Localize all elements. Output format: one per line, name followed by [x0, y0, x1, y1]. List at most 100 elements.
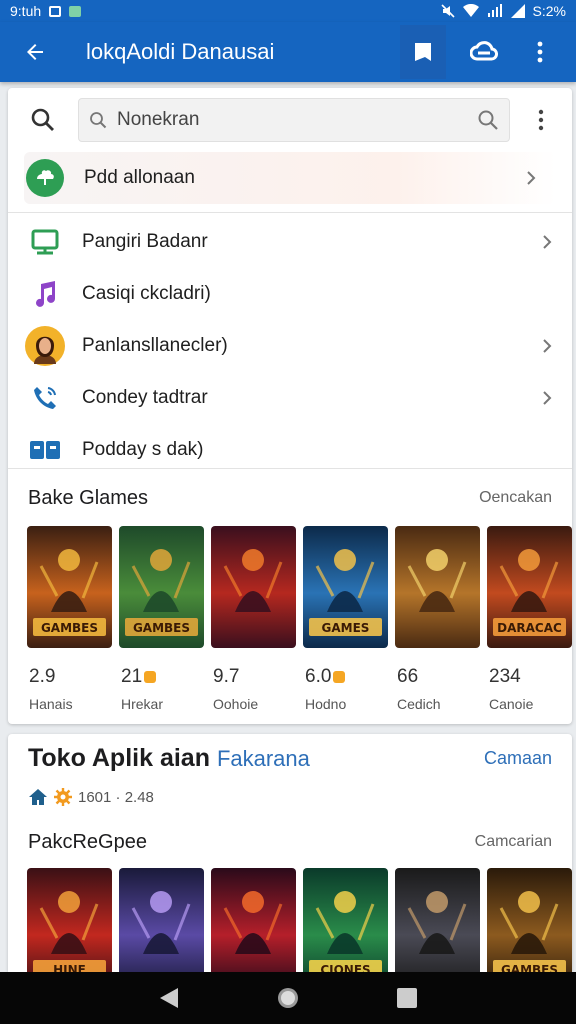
- back-button[interactable]: [0, 22, 70, 82]
- menu-icon-wrap: [8, 326, 82, 366]
- menu-item-contacts[interactable]: Condey tadtrar: [8, 372, 572, 424]
- nav-back-button[interactable]: [144, 973, 194, 1023]
- search-more-button[interactable]: [510, 109, 572, 131]
- notification-icon: [49, 5, 62, 17]
- rating-value: 2.9: [29, 666, 56, 687]
- svg-text:GAMBES: GAMBES: [501, 963, 558, 972]
- store-games-row: HINE CIONES GAMBES: [27, 868, 572, 972]
- rating-value: 66: [397, 666, 419, 687]
- main-card: Pdd allonaan Pangiri Badanr Casiqi ckcla…: [8, 88, 572, 724]
- store-title: Toko Aplik aian Fakarana: [28, 744, 310, 773]
- game-title: Oohoie: [213, 696, 259, 712]
- game-title: Hrekar: [121, 696, 164, 712]
- search-input[interactable]: [107, 109, 477, 131]
- game-cover-image[interactable]: GAMBES: [119, 526, 204, 648]
- game-tile[interactable]: CIONES: [303, 868, 388, 972]
- menu-icon-wrap: [8, 229, 82, 255]
- menu-icon-wrap: [24, 159, 66, 197]
- menu-label: Pangiri Badanr: [82, 231, 208, 252]
- game-title: Cedich: [397, 696, 441, 712]
- rating-value: 9.7: [213, 666, 240, 687]
- book-icon: [30, 441, 60, 459]
- rating-value: 6.0: [305, 666, 332, 687]
- game-title: Canoie: [489, 696, 534, 712]
- nav-recents-button[interactable]: [382, 973, 432, 1023]
- add-account-icon: [26, 159, 64, 197]
- page-title: lokqAoldi Danausai: [86, 39, 275, 64]
- see-more-link[interactable]: Oencakan: [479, 489, 552, 507]
- svg-text:HINE: HINE: [53, 963, 86, 972]
- award-badge-icon: [333, 671, 346, 683]
- menu-item-add[interactable]: Pdd allonaan: [24, 152, 556, 204]
- game-tile[interactable]: GAMBES 2.9 Hanais: [27, 526, 112, 712]
- see-more-link[interactable]: Camcarian: [475, 833, 552, 851]
- search-box[interactable]: [78, 98, 510, 142]
- svg-text:GAMBES: GAMBES: [41, 621, 98, 635]
- cloud-button[interactable]: [464, 22, 504, 82]
- triangle-back-icon: [160, 988, 179, 1008]
- search-submit-icon[interactable]: [477, 109, 499, 131]
- menu-item-devices[interactable]: Pangiri Badanr: [8, 216, 572, 268]
- home-circle-icon: [277, 988, 298, 1008]
- game-tile[interactable]: GAMBES: [487, 868, 572, 972]
- wifi-icon: [462, 4, 479, 17]
- svg-text:CIONES: CIONES: [320, 963, 370, 972]
- game-title: Hodno: [305, 696, 347, 712]
- games-row: GAMBES 2.9 Hanais GAMBES 21 Hrekar 9.7 Ooho…: [27, 526, 572, 712]
- svg-text:GAMES: GAMES: [322, 621, 370, 635]
- game-tile[interactable]: GAMBES 21 Hrekar: [119, 526, 204, 712]
- chevron-right-icon: [532, 390, 562, 406]
- game-cover-image[interactable]: DARACAC: [487, 526, 572, 648]
- menu-label: Casiqi ckcladri): [82, 283, 211, 304]
- game-tile[interactable]: HINE: [27, 868, 112, 972]
- divider: [8, 212, 572, 213]
- menu-item-profile[interactable]: Panlansllanecler): [8, 320, 572, 372]
- game-cover-image[interactable]: HINE: [27, 868, 112, 972]
- game-tile[interactable]: [395, 868, 480, 972]
- game-cover-image[interactable]: [211, 526, 296, 648]
- rating-value: 234: [489, 666, 521, 687]
- mute-icon: [440, 4, 455, 18]
- games-section-header: Bake Glames Oencakan: [8, 484, 572, 512]
- store-card: Toko Aplik aian Fakarana Camaan 1601 · 2…: [8, 734, 572, 972]
- system-nav-bar: [0, 972, 576, 1024]
- overflow-menu-button[interactable]: [520, 22, 560, 82]
- bookmark-button[interactable]: [400, 25, 446, 79]
- game-cover-image[interactable]: GAMES: [303, 526, 388, 648]
- menu-label: Pdd allonaan: [84, 167, 195, 188]
- game-cover-image[interactable]: [395, 868, 480, 972]
- phone-icon: [34, 387, 56, 409]
- game-cover-image[interactable]: [395, 526, 480, 648]
- game-cover-image[interactable]: [211, 868, 296, 972]
- app-notification-icon: [69, 5, 82, 17]
- game-tile[interactable]: DARACAC 234 Canoie: [487, 526, 572, 712]
- menu-label: Condey tadtrar: [82, 387, 208, 408]
- app-bar: lokqAoldi Danausai: [0, 22, 576, 82]
- store-meta-text: 1601 · 2.48: [78, 788, 154, 806]
- game-cover-image[interactable]: GAMBES: [27, 526, 112, 648]
- menu-label: Podday s dak): [82, 439, 204, 460]
- game-rating: 9.7: [211, 666, 296, 688]
- game-tile[interactable]: GAMES 6.0 Hodno: [303, 526, 388, 712]
- game-rating: 21: [119, 666, 204, 688]
- svg-text:GAMBES: GAMBES: [133, 621, 190, 635]
- menu-label: Panlansllanecler): [82, 335, 228, 356]
- search-row: [8, 88, 572, 152]
- menu-item-music[interactable]: Casiqi ckcladri): [8, 268, 572, 320]
- store-see-more-link[interactable]: Camaan: [484, 748, 552, 769]
- home-icon: [29, 789, 47, 805]
- game-cover-image[interactable]: GAMBES: [487, 868, 572, 972]
- store-title-text: Toko Aplik aian: [28, 744, 210, 772]
- game-tile[interactable]: [211, 868, 296, 972]
- award-badge-icon: [144, 671, 157, 683]
- game-tile[interactable]: 9.7 Oohoie: [211, 526, 296, 712]
- nav-home-button[interactable]: [263, 973, 313, 1023]
- game-cover-image[interactable]: [119, 868, 204, 972]
- game-rating: 6.0: [303, 666, 388, 688]
- game-tile[interactable]: 66 Cedich: [395, 526, 480, 712]
- game-cover-image[interactable]: CIONES: [303, 868, 388, 972]
- search-button[interactable]: [8, 107, 78, 133]
- svg-text:DARACAC: DARACAC: [497, 621, 562, 635]
- game-tile[interactable]: [119, 868, 204, 972]
- divider: [8, 468, 572, 469]
